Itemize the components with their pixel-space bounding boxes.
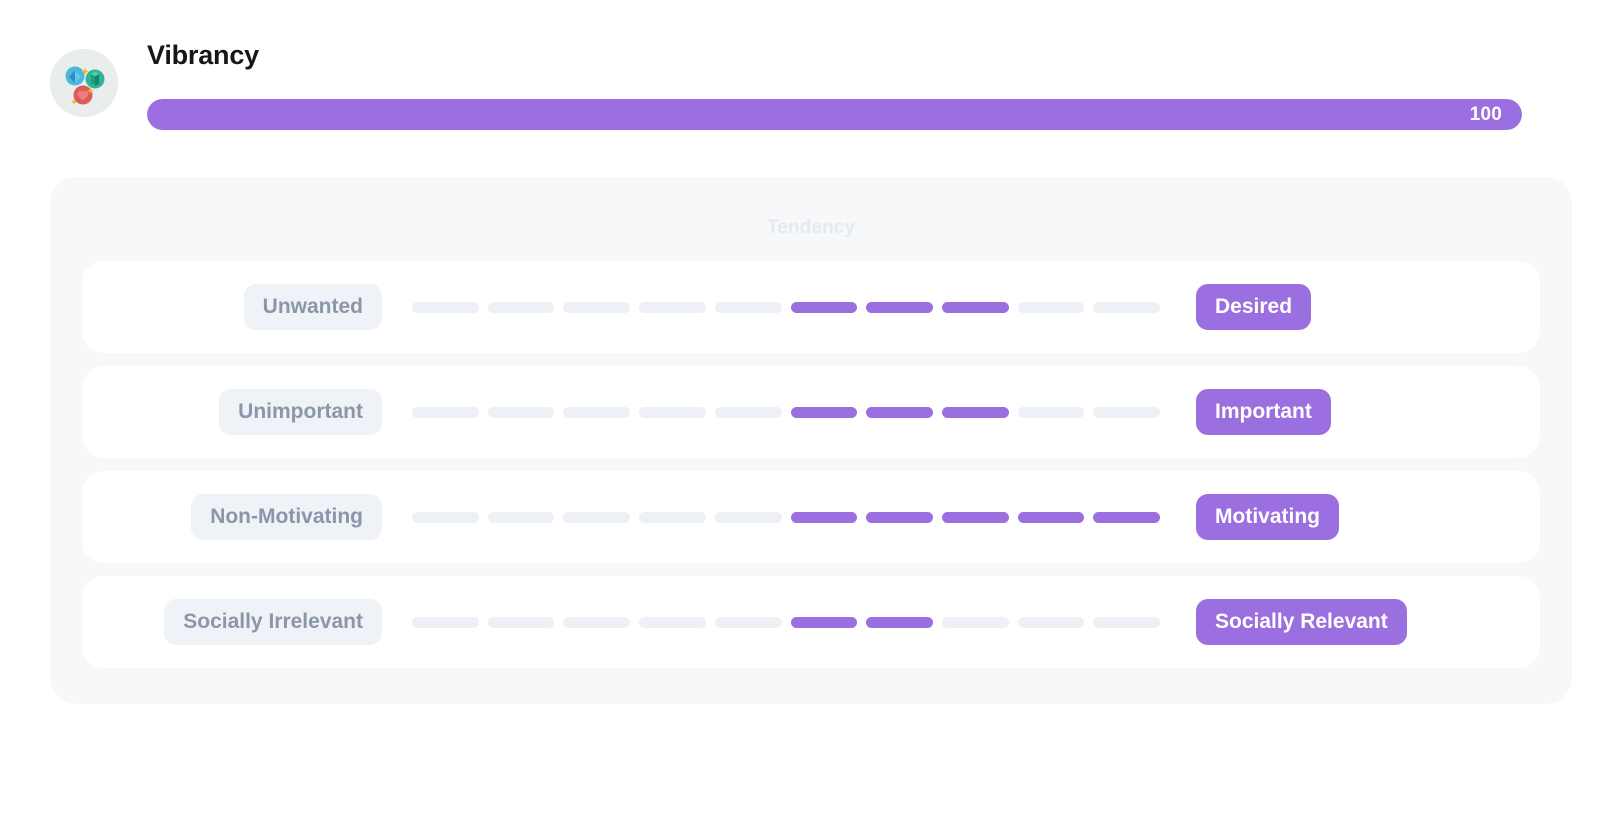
page-title: Vibrancy xyxy=(147,40,259,70)
scale-segment[interactable] xyxy=(563,406,631,418)
row-left-label-wrap: Unwanted xyxy=(82,284,382,330)
tendency-row: Unimportant Important xyxy=(82,366,1540,458)
scale-segment[interactable] xyxy=(714,511,782,523)
tendency-row: Non-Motivating Motivating xyxy=(82,471,1540,563)
vibrancy-page: Vibrancy 100 Tendency Unwanted Desired Uni… xyxy=(0,0,1622,828)
scale-segment[interactable] xyxy=(866,616,933,628)
row-segment-scale[interactable] xyxy=(412,301,1161,313)
scale-segment[interactable] xyxy=(790,301,858,313)
vibrancy-shapes-icon xyxy=(50,49,118,117)
row-left-label-wrap: Unimportant xyxy=(82,389,382,435)
scale-segment[interactable] xyxy=(941,406,1009,418)
scale-segment[interactable] xyxy=(487,616,555,628)
progress-fill: 100 xyxy=(147,99,1522,130)
vibrancy-progress-bar: 100 xyxy=(147,99,1522,130)
scale-segment[interactable] xyxy=(866,406,933,418)
row-left-label: Unwanted xyxy=(243,284,382,330)
scale-segment[interactable] xyxy=(412,511,479,523)
row-segment-scale[interactable] xyxy=(412,511,1161,523)
scale-segment[interactable] xyxy=(639,406,706,418)
header-content: Vibrancy 100 xyxy=(147,38,1622,130)
scale-segment[interactable] xyxy=(1017,301,1085,313)
scale-segment[interactable] xyxy=(639,511,706,523)
row-left-label: Socially Irrelevant xyxy=(164,599,382,645)
header: Vibrancy 100 xyxy=(0,0,1622,150)
scale-segment[interactable] xyxy=(941,301,1009,313)
scale-segment[interactable] xyxy=(790,511,858,523)
row-left-label: Non-Motivating xyxy=(191,494,382,540)
progress-value: 100 xyxy=(1469,103,1502,125)
scale-segment[interactable] xyxy=(412,406,479,418)
row-right-label: Socially Relevant xyxy=(1196,599,1407,645)
scale-segment[interactable] xyxy=(941,616,1009,628)
scale-segment[interactable] xyxy=(1017,616,1085,628)
scale-segment[interactable] xyxy=(639,301,706,313)
row-segment-scale[interactable] xyxy=(412,616,1161,628)
scale-segment[interactable] xyxy=(563,511,631,523)
scale-segment[interactable] xyxy=(487,406,555,418)
scale-segment[interactable] xyxy=(790,406,858,418)
scale-segment[interactable] xyxy=(412,301,479,313)
scale-segment[interactable] xyxy=(941,511,1009,523)
row-right-label-wrap: Important xyxy=(1160,389,1540,435)
scale-segment[interactable] xyxy=(487,301,555,313)
scale-segment[interactable] xyxy=(714,301,782,313)
scale-segment[interactable] xyxy=(1093,406,1161,418)
avatar xyxy=(50,49,118,117)
tendency-row: Unwanted Desired xyxy=(82,261,1540,353)
scale-segment[interactable] xyxy=(1093,511,1161,523)
scale-segment[interactable] xyxy=(714,616,782,628)
tendency-rows: Unwanted Desired Unimportant Important Non-M… xyxy=(82,261,1540,668)
scale-segment[interactable] xyxy=(866,301,933,313)
row-segment-scale[interactable] xyxy=(412,406,1161,418)
scale-segment[interactable] xyxy=(866,511,933,523)
row-left-label: Unimportant xyxy=(219,389,382,435)
scale-segment[interactable] xyxy=(563,301,631,313)
row-right-label-wrap: Desired xyxy=(1160,284,1540,330)
tendency-row: Socially Irrelevant Socially Relevant xyxy=(82,576,1540,668)
row-right-label: Motivating xyxy=(1196,494,1339,540)
tendency-panel: Tendency Unwanted Desired Unimportant Impor… xyxy=(50,177,1572,704)
row-right-label: Important xyxy=(1196,389,1331,435)
scale-segment[interactable] xyxy=(1093,616,1161,628)
scale-segment[interactable] xyxy=(487,511,555,523)
scale-segment[interactable] xyxy=(412,616,479,628)
panel-heading: Tendency xyxy=(766,217,856,238)
scale-segment[interactable] xyxy=(1017,406,1085,418)
scale-segment[interactable] xyxy=(790,616,858,628)
row-left-label-wrap: Non-Motivating xyxy=(82,494,382,540)
scale-segment[interactable] xyxy=(714,406,782,418)
row-right-label-wrap: Motivating xyxy=(1160,494,1540,540)
scale-segment[interactable] xyxy=(563,616,631,628)
row-left-label-wrap: Socially Irrelevant xyxy=(82,599,382,645)
scale-segment[interactable] xyxy=(639,616,706,628)
scale-segment[interactable] xyxy=(1017,511,1085,523)
row-right-label-wrap: Socially Relevant xyxy=(1160,599,1540,645)
row-right-label: Desired xyxy=(1196,284,1312,330)
scale-segment[interactable] xyxy=(1093,301,1161,313)
